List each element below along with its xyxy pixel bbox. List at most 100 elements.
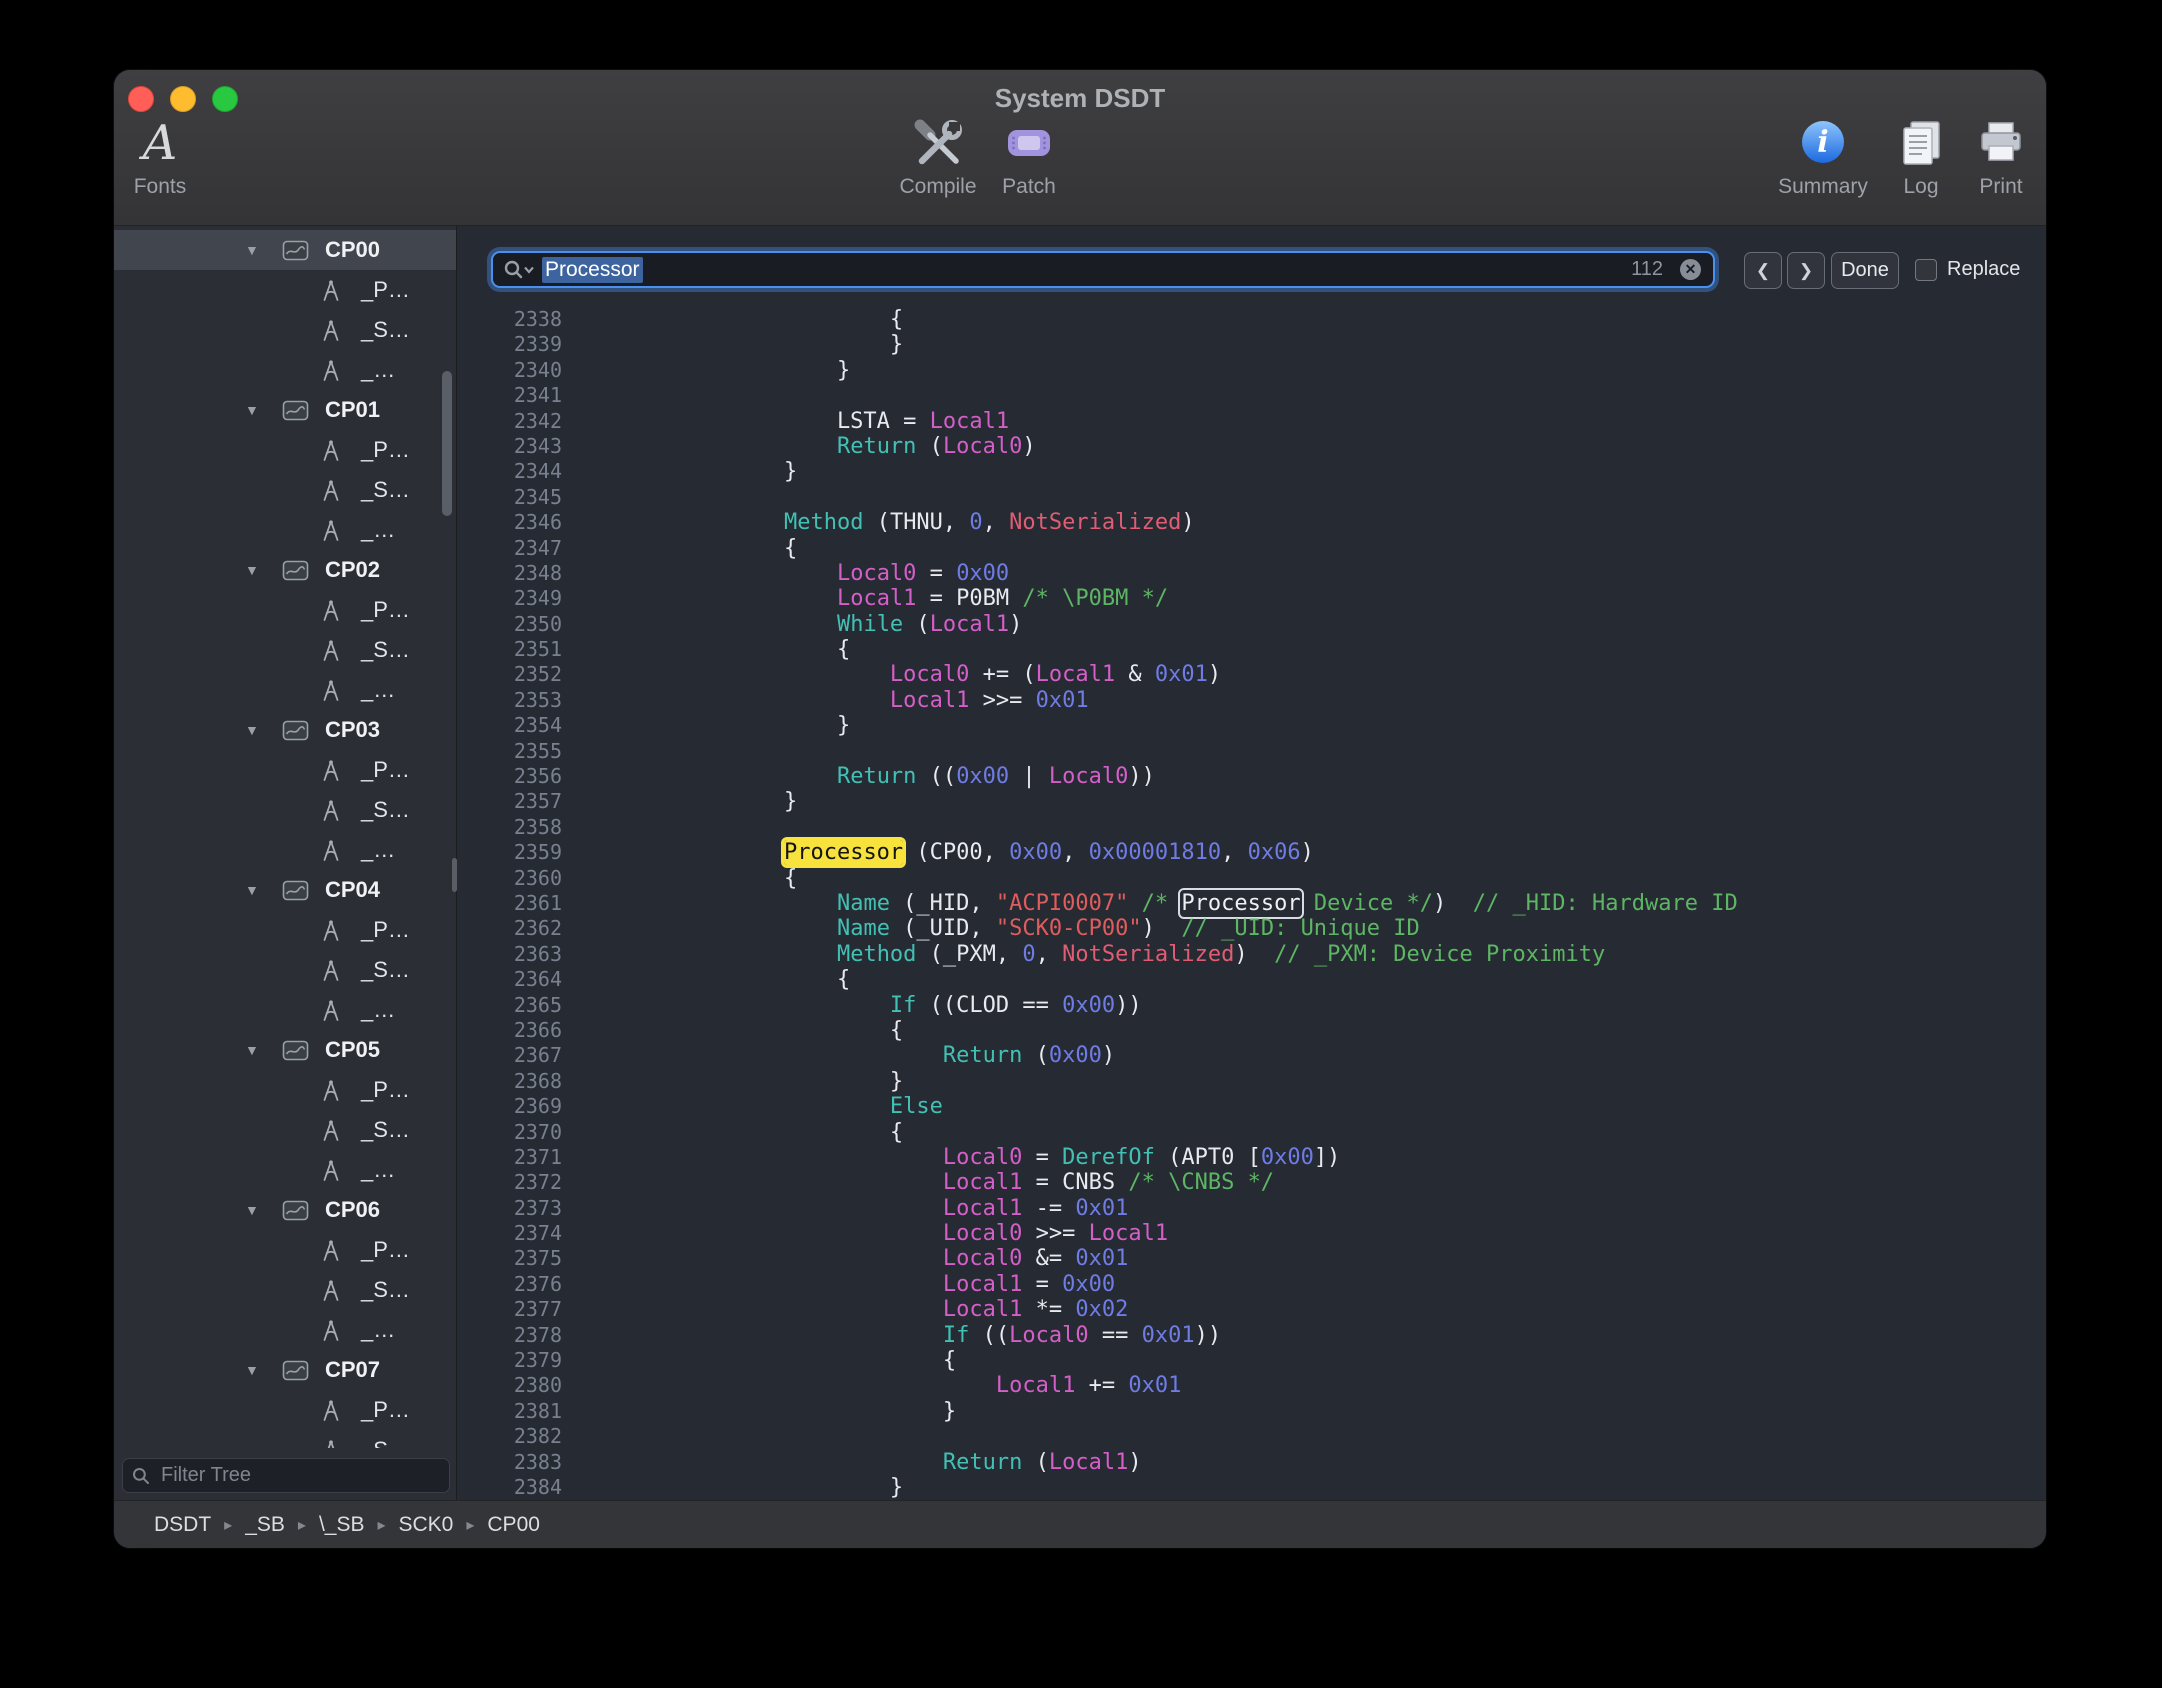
disclosure-triangle-icon[interactable]: ▼ [245, 882, 282, 898]
patch-bandaid-icon [969, 112, 1089, 174]
tree-item-method[interactable]: _S… [114, 1430, 456, 1448]
line-number: 2371 [457, 1145, 562, 1170]
breadcrumb-separator-icon: ▸ [224, 1515, 232, 1535]
tree-item-label: CP02 [325, 557, 380, 583]
method-icon [321, 1279, 361, 1302]
breadcrumb-item[interactable]: _SB [245, 1513, 285, 1537]
line-number: 2361 [457, 891, 562, 916]
tree-item-cp06[interactable]: ▼CP06 [114, 1190, 456, 1230]
disclosure-triangle-icon[interactable]: ▼ [245, 1042, 282, 1058]
filter-tree-input[interactable] [159, 1463, 441, 1488]
disclosure-triangle-icon[interactable]: ▼ [245, 242, 282, 258]
line-number: 2363 [457, 942, 562, 967]
find-query[interactable]: Processor [542, 257, 643, 283]
tree-item-cp05[interactable]: ▼CP05 [114, 1030, 456, 1070]
code-line: 2365 If ((CLOD == 0x00)) [457, 993, 2046, 1018]
line-number: 2375 [457, 1246, 562, 1271]
line-number: 2339 [457, 332, 562, 357]
filter-tree-field[interactable] [122, 1458, 450, 1493]
tree-item-method[interactable]: _… [114, 1310, 456, 1350]
clear-search-icon[interactable]: ✕ [1680, 259, 1701, 280]
tree-item-cp07[interactable]: ▼ CP07 [114, 1350, 456, 1390]
line-number: 2346 [457, 510, 562, 535]
method-icon [321, 839, 361, 862]
tree-item-label: _S… [361, 637, 410, 663]
code-line: 2341 [457, 383, 2046, 408]
tree-item-label: _P… [361, 597, 410, 623]
find-navigation: ❮ ❯ [1744, 252, 1825, 289]
breadcrumb-item[interactable]: SCK0 [399, 1513, 454, 1537]
tree-item-method[interactable]: _P… [114, 910, 456, 950]
tree-item-cp03[interactable]: ▼CP03 [114, 710, 456, 750]
line-number: 2359 [457, 840, 562, 865]
method-icon [321, 319, 361, 342]
tree-item-method[interactable]: _… [114, 1150, 456, 1190]
tree-item-method[interactable]: _S… [114, 790, 456, 830]
next-match-button[interactable]: ❯ [1787, 252, 1825, 289]
tree-item-cp02[interactable]: ▼ CP02 [114, 550, 456, 590]
code-line: 2372 Local1 = CNBS /* \CNBS */ [457, 1170, 2046, 1195]
tree-item-method[interactable]: _S… [114, 470, 456, 510]
tree-item-method[interactable]: _… [114, 990, 456, 1030]
tree-item-method[interactable]: _S… [114, 950, 456, 990]
tree-item-method[interactable]: _P… [114, 1230, 456, 1270]
sidebar-scrollbar[interactable] [442, 371, 452, 516]
tree-item-method[interactable]: _… [114, 510, 456, 550]
splitter-handle[interactable] [452, 858, 457, 892]
disclosure-triangle-icon[interactable]: ▼ [245, 1202, 282, 1218]
tree-item-method[interactable]: _S… [114, 1110, 456, 1150]
find-search-field[interactable]: Processor 112 ✕ [491, 251, 1715, 288]
code-line: 2374 Local0 >>= Local1 [457, 1221, 2046, 1246]
disclosure-triangle-icon[interactable]: ▼ [245, 1362, 282, 1378]
method-icon [321, 1399, 361, 1422]
tree-item-method[interactable]: _S… [114, 1270, 456, 1310]
tree-item-label: _S… [361, 477, 410, 503]
breadcrumb: DSDT▸_SB▸\_SB▸SCK0▸CP00 [154, 1513, 540, 1537]
disclosure-triangle-icon[interactable]: ▼ [245, 562, 282, 578]
tree-item-method[interactable]: _P… [114, 750, 456, 790]
tree-item-method[interactable]: _… [114, 830, 456, 870]
breadcrumb-item[interactable]: \_SB [319, 1513, 365, 1537]
tree-item-cp01[interactable]: ▼CP01 [114, 390, 456, 430]
fonts-button[interactable]: A Fonts [114, 112, 220, 199]
tree-item-label: CP07 [325, 1357, 380, 1383]
find-match-outline: Processor [1181, 891, 1300, 916]
tree-item-method[interactable]: _P… [114, 590, 456, 630]
code-editor[interactable]: 2338 {2339 }2340 }23412342 LSTA = Local1… [457, 307, 2046, 1500]
tree-item-cp00[interactable]: ▼CP00 [114, 230, 456, 270]
code-line: 2355 [457, 739, 2046, 764]
replace-checkbox[interactable] [1915, 259, 1937, 281]
line-number: 2374 [457, 1221, 562, 1246]
code-line: 2370 { [457, 1120, 2046, 1145]
patch-button[interactable]: Patch [969, 112, 1089, 199]
breadcrumb-item[interactable]: CP00 [487, 1513, 540, 1537]
tree-item-method[interactable]: _P… [114, 1390, 456, 1430]
code-line: 2352 Local0 += (Local1 & 0x01) [457, 662, 2046, 687]
done-button[interactable]: Done [1831, 252, 1899, 289]
tree-item-label: _P… [361, 1397, 410, 1423]
tree-item-method[interactable]: _P… [114, 1070, 456, 1110]
tree-item-method[interactable]: _P… [114, 270, 456, 310]
tree-item-method[interactable]: _… [114, 670, 456, 710]
scope-icon [282, 880, 325, 901]
code-line: 2377 Local1 *= 0x02 [457, 1297, 2046, 1322]
tree-item-method[interactable]: _… [114, 350, 456, 390]
previous-match-button[interactable]: ❮ [1744, 252, 1782, 289]
method-icon [321, 679, 361, 702]
match-count: 112 [1631, 258, 1663, 281]
code-line: 2346 Method (THNU, 0, NotSerialized) [457, 510, 2046, 535]
tree-item-label: _P… [361, 917, 410, 943]
tree-item-method[interactable]: _P… [114, 430, 456, 470]
tree-item-cp04[interactable]: ▼CP04 [114, 870, 456, 910]
tree-item-label: _S… [361, 1277, 410, 1303]
tree-item-method[interactable]: _S… [114, 630, 456, 670]
disclosure-triangle-icon[interactable]: ▼ [245, 722, 282, 738]
tree-item-label: _S… [361, 1117, 410, 1143]
print-button[interactable]: Print [1941, 112, 2046, 199]
scope-icon [282, 1040, 325, 1061]
code-line: 2360 { [457, 866, 2046, 891]
tree-item-method[interactable]: _S… [114, 310, 456, 350]
code-line: 2347 { [457, 536, 2046, 561]
breadcrumb-item[interactable]: DSDT [154, 1513, 211, 1537]
disclosure-triangle-icon[interactable]: ▼ [245, 402, 282, 418]
